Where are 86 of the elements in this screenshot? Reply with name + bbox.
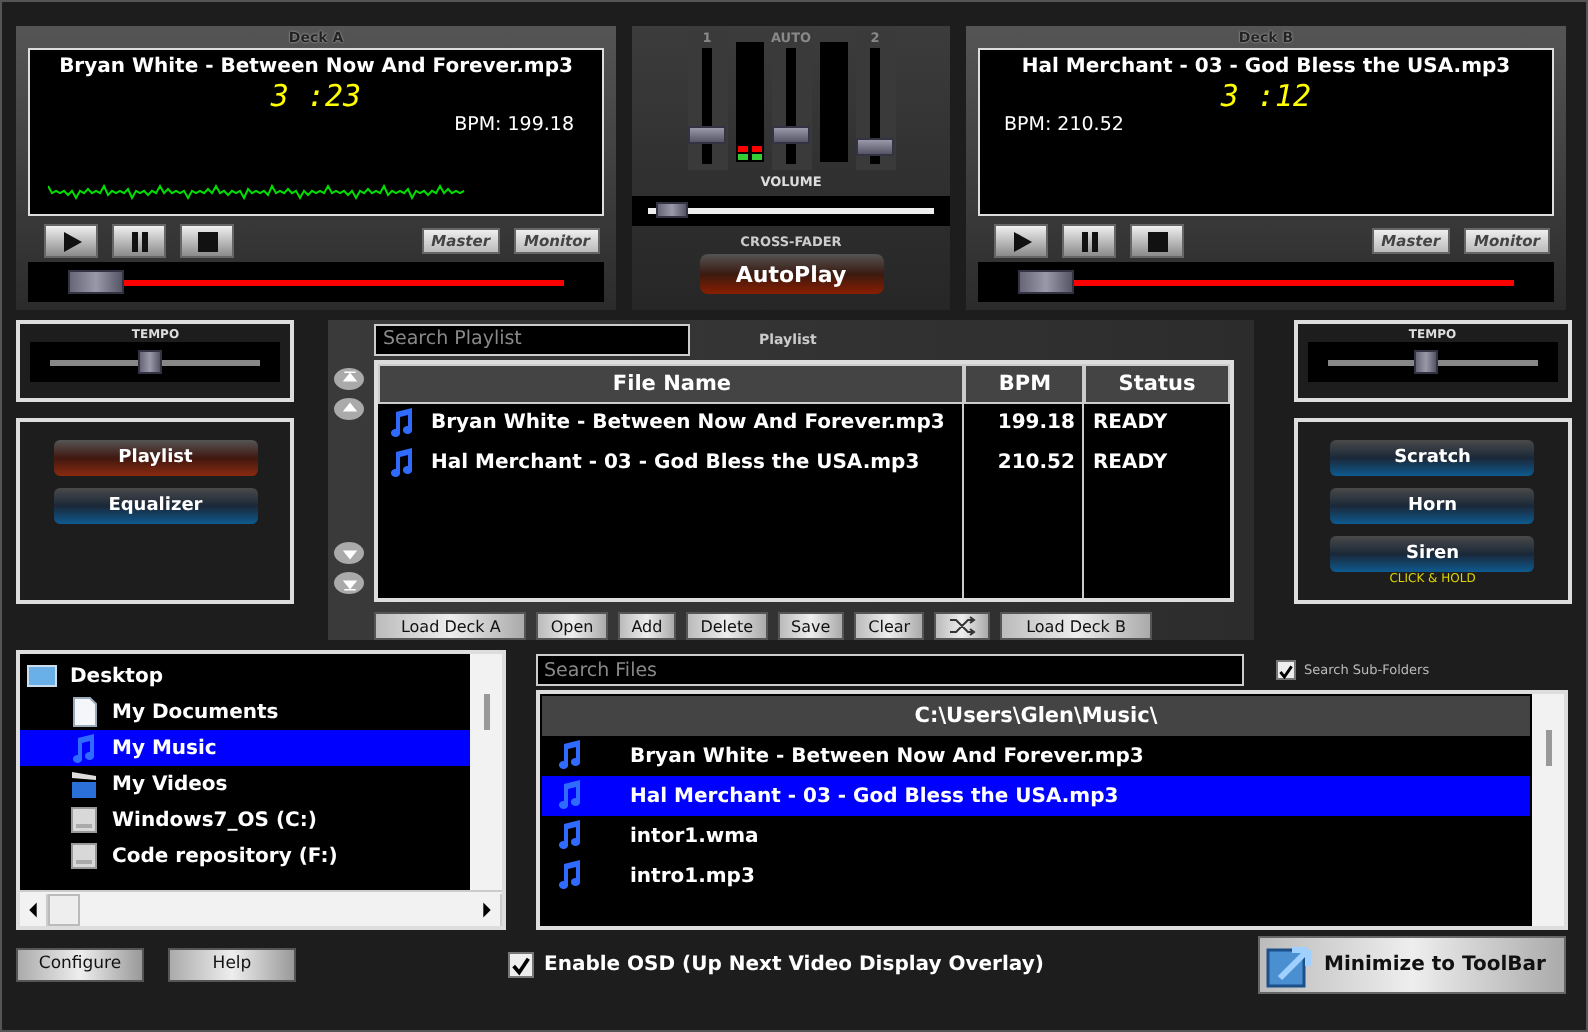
move-down-button[interactable]: [334, 542, 365, 564]
bpm-readout: BPM: 199.18: [452, 114, 576, 136]
stop-button[interactable]: [1130, 224, 1184, 258]
music-note-icon: [554, 818, 586, 854]
action-button[interactable]: Load Deck A: [374, 612, 527, 640]
vertical-scrollbar[interactable]: [470, 654, 502, 890]
tree-item[interactable]: Desktop: [20, 658, 470, 694]
column-header[interactable]: BPM: [964, 363, 1085, 404]
music-note-icon: [554, 858, 586, 894]
level-meter-drawing: [735, 42, 763, 162]
table-cell: Hal Merchant - 03 - God Bless the USA.mp3: [430, 452, 920, 475]
pause-button[interactable]: [1062, 224, 1116, 258]
file-row[interactable]: Hal Merchant - 03 - God Bless the USA.mp3: [542, 776, 1530, 816]
search-field[interactable]: Search Playlist: [374, 323, 691, 356]
action-button[interactable]: Delete: [686, 612, 768, 640]
action-button[interactable]: Save: [777, 612, 845, 640]
jump-bottom-button[interactable]: [334, 572, 365, 594]
position-slider-thumb[interactable]: [68, 269, 124, 293]
horizontal-scrollbar[interactable]: [20, 890, 502, 926]
file-row[interactable]: intor1.wma: [542, 816, 1530, 856]
column-header: C:\Users\Glen\Music\: [542, 696, 1530, 736]
table-cell-text: READY: [1090, 410, 1170, 439]
checkbox[interactable]: [1276, 660, 1296, 680]
clapperboard-icon: [68, 768, 100, 800]
stop-icon: [1143, 227, 1171, 255]
action-button[interactable]: Add: [617, 612, 677, 640]
search-field[interactable]: Search Files: [536, 654, 1244, 686]
fader-thumb[interactable]: [772, 125, 810, 144]
move-up-button[interactable]: [334, 397, 365, 420]
track-title: Bryan White - Between Now And Forever.mp3: [59, 56, 573, 78]
time-display: 3 :12: [1220, 78, 1312, 114]
play-button[interactable]: [994, 224, 1048, 258]
column-header[interactable]: File Name: [378, 363, 965, 404]
table-cell: 199.18: [964, 403, 1085, 444]
music-note-icon: [68, 732, 100, 764]
jump-top-button[interactable]: [334, 367, 365, 390]
column-header[interactable]: Status: [1084, 363, 1230, 404]
table-cell: 210.52: [964, 443, 1085, 484]
table-cell-text: READY: [1090, 450, 1170, 479]
effect-button[interactable]: Siren: [1330, 536, 1535, 572]
tree-item[interactable]: My Music: [20, 730, 470, 766]
tree-item[interactable]: Code repository (F:): [20, 838, 470, 874]
stop-button[interactable]: [180, 224, 234, 258]
track-title: Hal Merchant - 03 - God Bless the USA.mp3: [1021, 56, 1511, 78]
table-cell: Bryan White - Between Now And Forever.mp3: [430, 412, 945, 435]
monitor-icon: [26, 660, 58, 692]
pause-button[interactable]: [112, 224, 166, 258]
level-meter-drawing: [819, 42, 847, 162]
scrollbar-thumb[interactable]: [483, 694, 489, 730]
vertical-scrollbar[interactable]: [1532, 694, 1564, 926]
tree-item[interactable]: My Documents: [20, 694, 470, 730]
autoplay-button[interactable]: AutoPlay: [699, 254, 883, 294]
view-button[interactable]: Equalizer: [53, 488, 258, 524]
scrollbar-thumb[interactable]: [1545, 730, 1551, 766]
file-row[interactable]: intro1.mp3: [542, 856, 1530, 896]
drive-icon: [68, 804, 100, 836]
shuffle-button[interactable]: [934, 612, 991, 640]
music-note-icon: [554, 738, 586, 774]
configure-button[interactable]: Configure: [16, 947, 144, 981]
help-button[interactable]: Help: [168, 947, 296, 981]
play-button[interactable]: [44, 224, 98, 258]
file-row[interactable]: Bryan White - Between Now And Forever.mp3: [542, 736, 1530, 776]
shuffle-icon: [948, 616, 977, 636]
fader-thumb[interactable]: [856, 138, 894, 157]
checkbox[interactable]: [508, 951, 534, 977]
effect-button[interactable]: Scratch: [1330, 440, 1535, 476]
action-button[interactable]: Load Deck B: [1000, 612, 1152, 640]
tree-item[interactable]: Windows7_OS (C:): [20, 802, 470, 838]
stop-icon: [193, 227, 221, 255]
position-slider-thumb[interactable]: [1018, 269, 1074, 293]
time-display: 3 :23: [270, 78, 362, 114]
drive-icon: [68, 840, 100, 872]
tree-item[interactable]: My Videos: [20, 766, 470, 802]
checkbox-label: Enable OSD (Up Next Video Display Overlay): [544, 953, 1044, 975]
action-button[interactable]: Open: [536, 612, 608, 640]
tempo-slider-thumb[interactable]: [137, 349, 162, 373]
view-button[interactable]: Playlist: [53, 440, 258, 476]
tempo-slider-thumb[interactable]: [1414, 349, 1439, 373]
crossfader-thumb[interactable]: [655, 202, 688, 218]
action-button[interactable]: Clear: [854, 612, 925, 640]
scrollbar-thumb[interactable]: [48, 893, 80, 925]
minimize-button[interactable]: Minimize to ToolBar: [1258, 935, 1566, 993]
music-note-icon: [554, 778, 586, 814]
effect-button[interactable]: Horn: [1330, 488, 1535, 524]
fader-thumb[interactable]: [688, 125, 726, 144]
bpm-readout: BPM: 210.52: [1002, 114, 1126, 136]
